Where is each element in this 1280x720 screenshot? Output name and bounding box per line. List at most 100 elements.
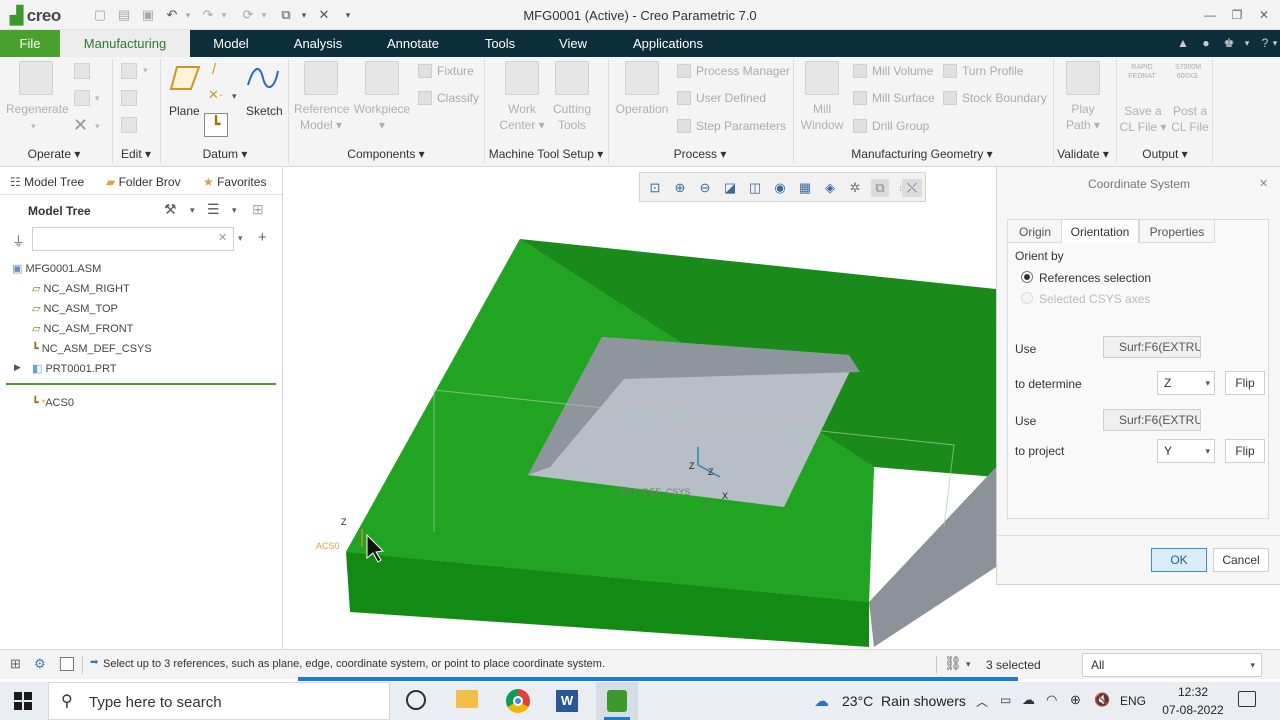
language-indicator[interactable]: ENG [1120,694,1146,708]
expand-icon[interactable]: ▶ [14,362,21,373]
show-hidden-icons-icon[interactable]: ︿ [976,693,988,710]
zoom-out-icon[interactable]: ⊖ [696,179,714,197]
tab-annotate[interactable]: Annotate [375,30,451,57]
weather-icon[interactable]: ☁ [814,692,829,710]
point-icon[interactable]: ✕· [208,87,223,103]
selected-count[interactable]: 3 selected [986,658,1041,672]
customize-toolbar-icon[interactable]: ▾ [340,7,356,23]
tree-item-prt0001[interactable]: ◧ PRT0001.PRT [32,362,117,375]
regenerate-dropdown-icon[interactable]: ▾ [256,7,272,23]
tab-orientation[interactable]: Orientation [1061,219,1139,243]
windows-start-icon[interactable] [14,692,32,710]
cloud-icon[interactable]: ☁ [1022,692,1035,708]
clock-time[interactable]: 12:32 [1162,685,1224,699]
pattern-dropdown-icon[interactable]: ▾ [143,65,148,76]
tree-columns-icon[interactable]: ⊞ [252,201,264,218]
workpiece-button[interactable]: Workpiece ▾ [352,61,412,133]
undo-dropdown-icon[interactable]: ▾ [180,7,196,23]
project-axis-select[interactable]: Y ▾ [1157,439,1215,463]
refit-icon[interactable]: ⊡ [646,179,664,197]
tree-item-nc-asm-top[interactable]: ▱ NC_ASM_TOP [32,302,118,315]
selection-filter-select[interactable]: All ▾ [1082,653,1262,677]
regenerate-quick-icon[interactable]: ⟳ [240,7,256,23]
perspective-icon[interactable]: ◈ [821,179,839,197]
weather-text[interactable]: 23°C Rain showers [842,693,966,709]
paste-dropdown-icon[interactable]: ▾ [95,93,100,104]
taskbar-search-box[interactable]: ⚲ Type here to search [48,682,390,720]
display-style-icon[interactable]: ◫ [746,179,764,197]
reference-model-button[interactable]: Reference Model ▾ [294,61,349,133]
mirror-icon[interactable] [121,90,137,106]
show-icon[interactable]: ☰ [207,201,220,218]
zoom-in-icon[interactable]: ⊕ [671,179,689,197]
network-icon[interactable]: ⊕ [1070,692,1081,708]
delete-dropdown-icon[interactable]: ▾ [95,121,100,132]
community-dropdown-icon[interactable]: ▾ [1238,34,1256,52]
windows-icon[interactable]: ⧉ [278,7,294,23]
windows-dropdown-icon[interactable]: ▾ [296,7,312,23]
trim-icon[interactable] [121,117,137,133]
tree-item-acs0[interactable]: ┗ *ACS0 [32,396,74,409]
drill-group-button[interactable]: Drill Group [853,118,929,134]
ok-button[interactable]: OK [1151,548,1207,572]
datum-display-icon[interactable]: ✲ [846,179,864,197]
stock-boundary-button[interactable]: Stock Boundary [943,90,1047,106]
regenerate-dropdown-icon[interactable]: ▾ [31,121,36,132]
close-window-icon[interactable]: ✕ [316,7,332,23]
tree-item-nc-asm-front[interactable]: ▱ NC_ASM_FRONT [32,322,133,335]
pattern-icon[interactable] [121,63,137,79]
post-cl-file-button[interactable]: Post a CL File [1168,103,1212,135]
creo-taskbar-button[interactable] [596,682,638,720]
battery-icon[interactable]: ▭ [1000,693,1011,707]
tab-manufacturing[interactable]: Manufacturing [60,30,190,57]
radio-references-selection[interactable] [1021,271,1033,283]
tab-analysis[interactable]: Analysis [283,30,353,57]
grid-icon[interactable]: ⊞ [10,656,21,672]
redo-dropdown-icon[interactable]: ▾ [216,7,232,23]
spin-center-icon[interactable]: ⧉ [871,179,889,197]
reference-2-field[interactable]: Surf:F6(EXTRUD [1103,409,1201,431]
close-icon[interactable]: ✕ [1254,7,1274,23]
work-center-button[interactable]: Work Center ▾ [496,61,548,133]
point-dropdown-icon[interactable]: ▾ [232,91,237,102]
plane-button[interactable] [169,63,201,93]
collapse-ribbon-icon[interactable]: ▲ [1174,34,1192,52]
file-explorer-icon[interactable] [456,690,478,708]
reference-1-field[interactable]: Surf:F6(EXTRUD [1103,336,1201,358]
notifications-icon[interactable] [1238,691,1256,707]
cutting-tools-button[interactable]: Cutting Tools [548,61,596,133]
save-cl-file-button[interactable]: Save a CL File ▾ [1116,103,1170,135]
axis-icon[interactable]: / [212,61,216,78]
smart-select-dropdown-icon[interactable]: ▾ [966,659,971,670]
tree-item-nc-asm-def-csys[interactable]: ┗ NC_ASM_DEF_CSYS [32,342,152,355]
filter-icon[interactable]: ⏚ [12,231,25,250]
cancel-button[interactable]: Cancel [1213,548,1269,572]
delete-icon[interactable]: ✕ [73,115,88,136]
group-datum[interactable]: Datum ▾ [190,147,260,161]
mill-window-button[interactable]: Mill Window [798,61,846,133]
coordinate-system-button[interactable]: ┗ [204,113,228,137]
restore-icon[interactable]: ❐ [1227,7,1247,23]
graphics-icon[interactable]: ⚙ [34,656,46,672]
group-components[interactable]: Components ▾ [336,147,436,161]
copy-icon[interactable] [74,63,90,79]
tab-folder-browser[interactable]: ▰ Folder Brov [106,175,188,189]
group-validate[interactable]: Validate ▾ [1052,147,1114,161]
user-icon[interactable]: ● [1197,34,1215,52]
determine-axis-select[interactable]: Z ▾ [1157,371,1215,395]
classify-button[interactable]: Classify [418,90,479,106]
tab-favorites[interactable]: ★ Favorites [203,175,266,189]
tab-file[interactable]: File [0,30,60,57]
turn-profile-button[interactable]: Turn Profile [943,63,1024,79]
mill-volume-button[interactable]: Mill Volume [853,63,933,79]
tab-model-tree[interactable]: ☷ Model Tree [10,175,84,189]
flip-button-1[interactable]: Flip [1225,371,1265,395]
operation-button[interactable]: Operation [612,61,672,117]
radio-selected-csys-axes[interactable] [1021,292,1033,304]
chrome-icon[interactable] [506,689,530,713]
paste-icon[interactable] [74,90,90,106]
tab-origin[interactable]: Origin [1007,219,1063,243]
group-process[interactable]: Process ▾ [660,147,740,161]
search-options-icon[interactable]: ▾ [238,233,243,244]
word-icon[interactable]: W [556,690,578,712]
